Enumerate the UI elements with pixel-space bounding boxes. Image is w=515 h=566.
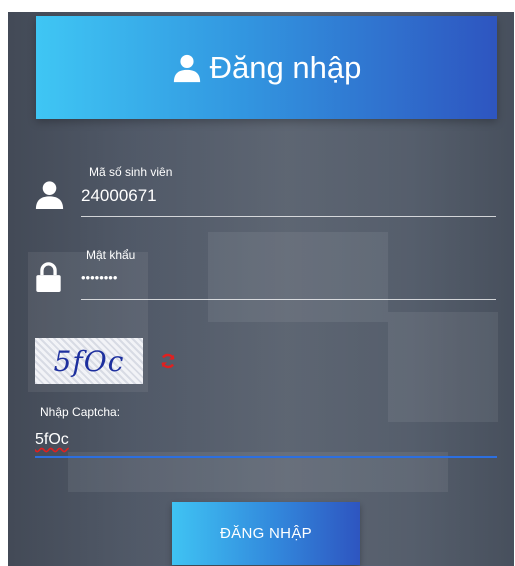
captcha-input-value: 5fOc [35,431,69,448]
student-id-field[interactable]: 24000671 [81,186,157,206]
captcha-image: 5fOc [35,338,143,384]
captcha-input[interactable] [35,424,497,458]
background-decoration [68,452,448,492]
user-icon [35,181,64,209]
captcha-text: 5fOc [53,344,125,378]
login-card: Đăng nhập Mã số sinh viên 24000671 Mật k… [8,12,514,566]
student-id-label: Mã số sinh viên [89,165,173,179]
password-field[interactable]: •••••••• [81,270,117,285]
password-underline [81,299,496,300]
refresh-icon[interactable] [160,353,176,369]
login-button[interactable]: ĐĂNG NHẬP [172,502,360,565]
page-title: Đăng nhập [209,49,362,85]
captcha-input-label: Nhập Captcha: [40,405,121,419]
login-header: Đăng nhập [36,16,497,119]
lock-icon [36,262,61,292]
background-decoration [208,232,388,322]
background-decoration [388,312,498,422]
student-id-underline [81,216,496,217]
user-icon [173,54,200,82]
password-label: Mật khẩu [86,248,136,262]
